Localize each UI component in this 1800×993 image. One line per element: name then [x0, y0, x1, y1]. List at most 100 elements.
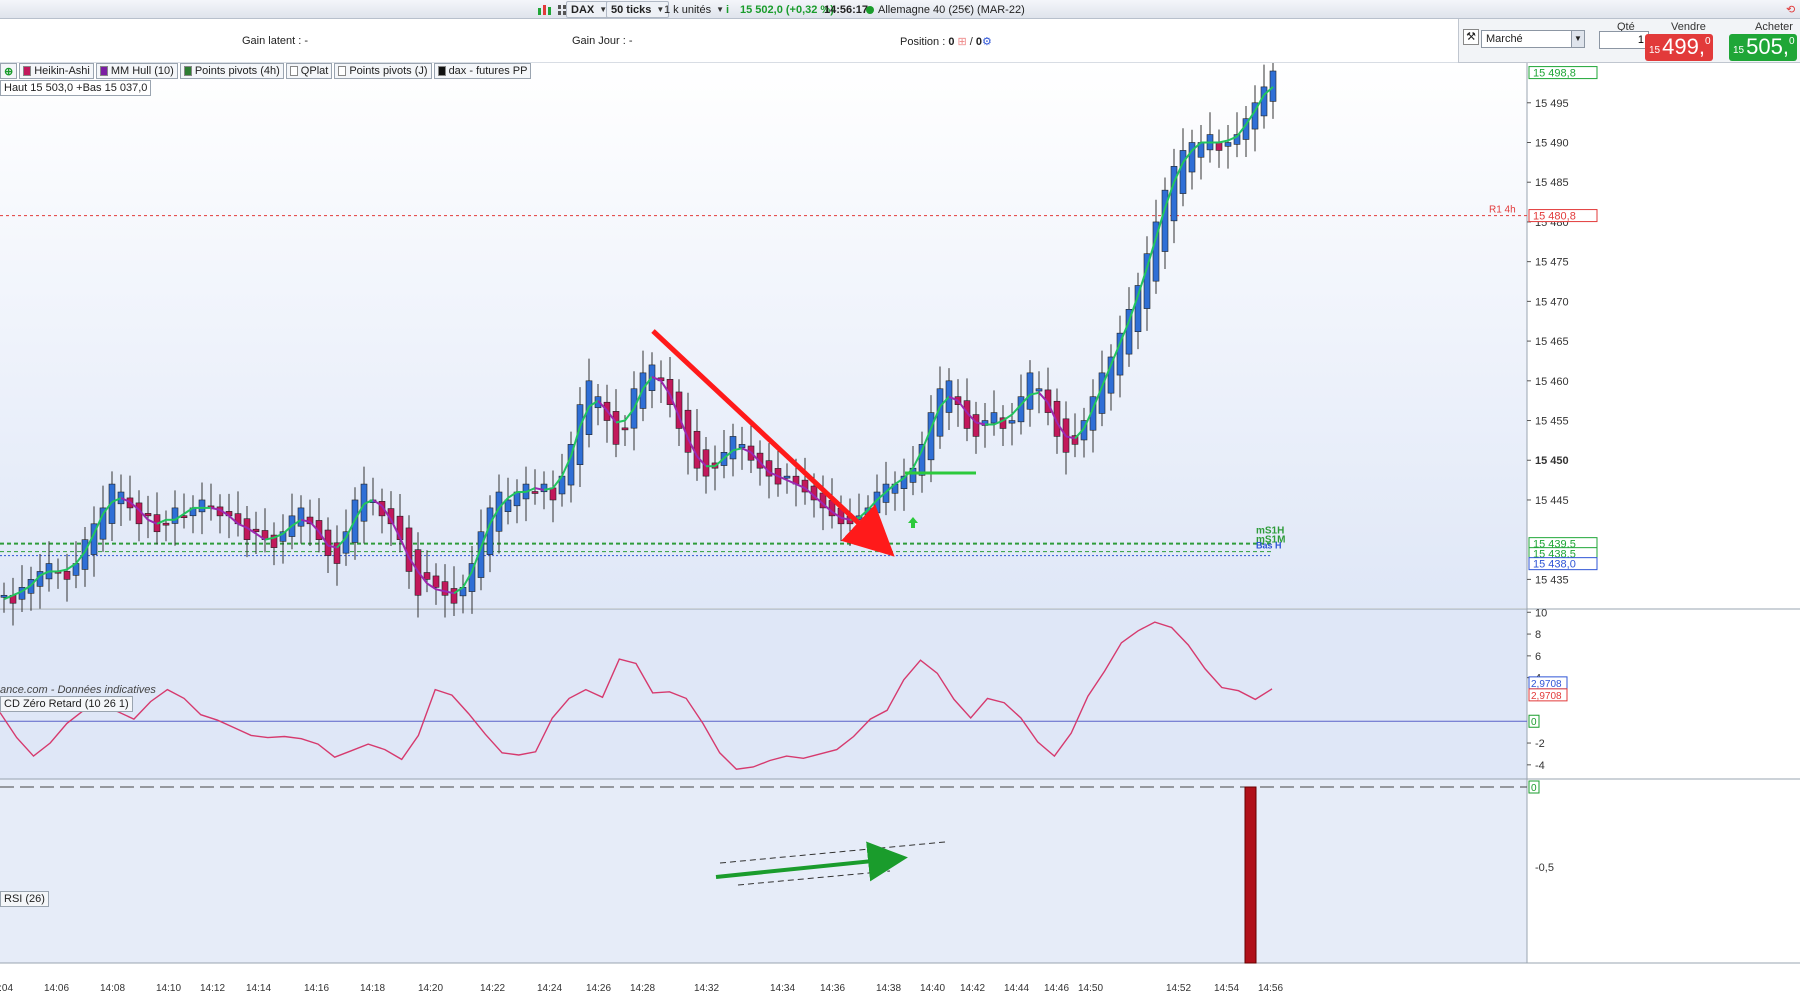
macd-tick-label: 10 — [1535, 607, 1547, 619]
order-panel: ⚒ Marché ▼ Qté Vendre 15499,0 Acheter 15… — [1458, 19, 1800, 63]
legend-item[interactable]: Points pivots (J) — [334, 63, 432, 79]
gain-jour-value: - — [628, 35, 633, 47]
buy-label: Acheter — [1755, 21, 1793, 33]
price-tag-label: 15 438,0 — [1533, 559, 1576, 571]
candle — [540, 483, 548, 493]
time-tick-label: 14:52 — [1166, 983, 1191, 993]
price-tick-label: 15 460 — [1535, 376, 1569, 388]
legend-label: Points pivots (4h) — [194, 65, 280, 77]
candle — [441, 581, 449, 596]
time-tick-label: 14:18 — [360, 983, 385, 993]
price-tick-label: 15 490 — [1535, 137, 1569, 149]
candle — [1170, 166, 1178, 222]
position-sep: / — [969, 36, 973, 48]
candle — [171, 507, 179, 524]
price-tick-label: 15 485 — [1535, 177, 1569, 189]
price-tick-label: 15 465 — [1535, 336, 1569, 348]
buy-price-small: 15 — [1733, 45, 1745, 56]
settings-icon[interactable]: ⚙ — [982, 36, 992, 48]
macd-panel-label: CD Zéro Retard (10 26 1) — [0, 696, 133, 712]
legend-item[interactable]: Heikin-Ashi — [19, 63, 94, 79]
price-tick-label: 15 455 — [1535, 416, 1569, 428]
account-bar: Gain latent : - Gain Jour : - Position :… — [0, 19, 1458, 63]
time-tick-label: 14:12 — [200, 983, 225, 993]
sell-price-big: 499, — [1662, 34, 1705, 59]
macd-tag-label: 2,9708 — [1531, 679, 1562, 690]
candle — [0, 594, 8, 598]
info-badge[interactable]: i — [722, 1, 733, 18]
refresh-icon[interactable]: ⟲ — [1782, 1, 1799, 18]
add-indicator-button[interactable]: ⊕ — [0, 63, 18, 79]
macd-value-tag: 2,9708 — [1528, 676, 1568, 690]
chevron-down-icon: ▼ — [1571, 31, 1584, 47]
rsi-tick-label: -0,5 — [1535, 862, 1554, 874]
instrument-label: DAX — [571, 3, 595, 16]
candle — [531, 491, 539, 494]
macd-panel-bg — [0, 609, 1527, 779]
tool-icon[interactable]: ⚒ — [1463, 29, 1479, 45]
candle — [1260, 86, 1268, 117]
time-tick-label: 14:14 — [246, 983, 271, 993]
zero-tag-label: 0 — [1531, 783, 1537, 794]
gain-jour: Gain Jour : - — [572, 35, 633, 47]
sell-button[interactable]: 15 499, 0 — [1645, 34, 1713, 61]
time-tick-label: 14:06 — [44, 983, 69, 993]
candle — [1008, 420, 1016, 424]
buy-price-sup: 0 — [1788, 36, 1795, 47]
macd-tick-label: 6 — [1535, 651, 1541, 663]
legend-swatch — [289, 66, 298, 76]
qty-input[interactable] — [1599, 31, 1649, 49]
time-tick-label: 14:08 — [100, 983, 125, 993]
candle — [729, 436, 737, 460]
macd-zero-tag: 0 — [1528, 714, 1540, 728]
rsi-panel-label: RSI (26) — [0, 891, 49, 907]
sell-label: Vendre — [1671, 21, 1706, 33]
position-chart-icon[interactable]: ⊞ — [958, 36, 967, 48]
legend-item[interactable]: MM Hull (10) — [95, 63, 178, 79]
zero-tag-label: 0 — [1531, 717, 1537, 728]
market-open-icon — [866, 5, 874, 14]
legend-swatch — [99, 66, 108, 76]
time-tick-label: 14:54 — [1214, 983, 1239, 993]
candle — [738, 444, 746, 448]
candle — [1017, 396, 1025, 423]
candle — [144, 513, 152, 517]
candle — [1179, 150, 1187, 194]
legend-item[interactable]: Points pivots (4h) — [179, 63, 284, 79]
candle — [405, 527, 413, 572]
order-type-select[interactable]: Marché ▼ — [1481, 30, 1585, 48]
time-tick-label: 14:20 — [418, 983, 443, 993]
info-icon: i — [726, 3, 730, 16]
candle — [990, 412, 998, 424]
sell-price-sup: 0 — [1704, 36, 1711, 47]
macd-tick-label: -4 — [1535, 760, 1545, 772]
r1-level-label: R1 4h — [1489, 205, 1516, 216]
time-tick-label: 14:26 — [586, 983, 611, 993]
time-tick-label: 14:42 — [960, 983, 985, 993]
macd-tag-label: 2,9708 — [1531, 691, 1562, 702]
buy-button[interactable]: 15 505, 0 — [1729, 34, 1797, 61]
price-tick-label: 15 470 — [1535, 296, 1569, 308]
price-tick-label: 15 475 — [1535, 257, 1569, 269]
time-tick-label: 14:34 — [770, 983, 795, 993]
legend-label: Heikin-Ashi — [34, 65, 90, 77]
units-select[interactable]: 1 k unités ▼ — [660, 1, 728, 18]
time-tick-label: 14:38 — [876, 983, 901, 993]
high-low-label: Haut 15 503,0 +Bas 15 037,0 — [0, 80, 152, 96]
time-tick-label: 14:44 — [1004, 983, 1029, 993]
time-tick-label: 14:56 — [1258, 983, 1283, 993]
time-tick-label: 14:24 — [537, 983, 562, 993]
candle — [198, 499, 206, 513]
time-tick-label: 14:32 — [694, 983, 719, 993]
candle — [162, 522, 170, 526]
candle — [693, 430, 701, 469]
legend-item[interactable]: dax - futures PP — [433, 63, 532, 79]
legend-swatch — [437, 66, 446, 76]
macd-tick-label: 8 — [1535, 629, 1541, 641]
candle — [783, 475, 791, 479]
legend-item[interactable]: QPlat — [285, 63, 333, 79]
price-chart[interactable]: 15 49515 49015 48515 48015 47515 47015 4… — [0, 63, 1800, 993]
level-label-bash: Bas H — [1256, 541, 1282, 551]
macd-value-tag: 2,9708 — [1528, 688, 1568, 702]
order-type-value: Marché — [1486, 33, 1523, 45]
